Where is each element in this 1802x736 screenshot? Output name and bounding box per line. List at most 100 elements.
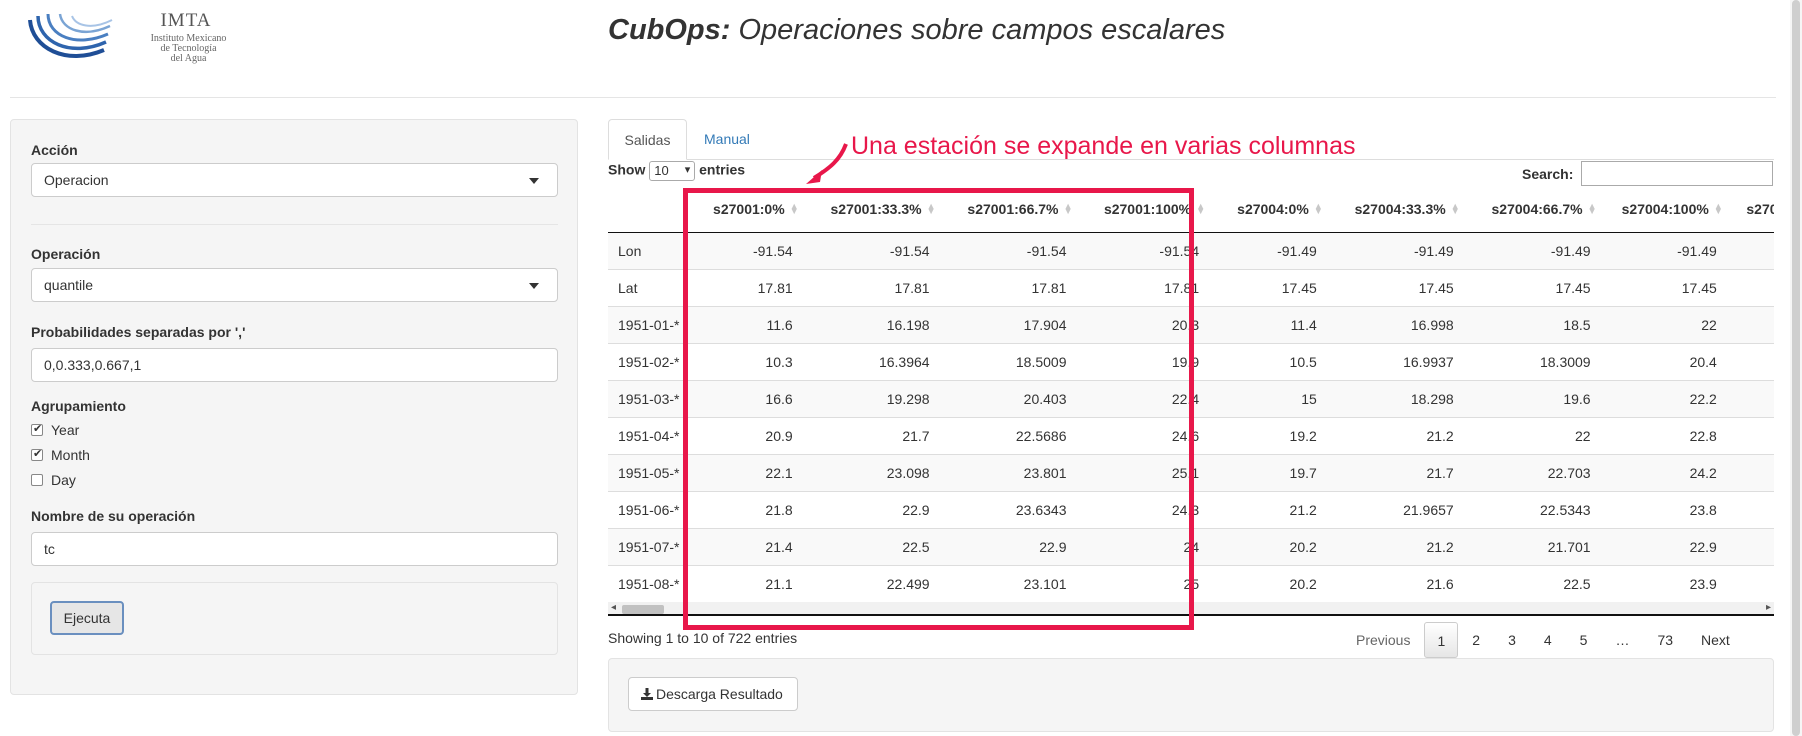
probabilidades-label: Probabilidades separadas por ',': [31, 324, 246, 340]
table-cell: 21.7: [802, 416, 940, 454]
checkbox-month-label: Month: [51, 447, 90, 463]
table-cell: 10.5: [1209, 342, 1327, 380]
ejecuta-button[interactable]: Ejecuta: [50, 601, 124, 635]
table-cell: 20.9: [687, 416, 803, 454]
length-select[interactable]: 10: [649, 161, 696, 181]
row-label-cell: Lon: [608, 232, 688, 269]
table-cell: 20.3: [1076, 305, 1210, 343]
checkbox-year-label: Year: [51, 422, 80, 438]
operacion-select[interactable]: quantile: [31, 268, 558, 302]
checkbox-checked-icon[interactable]: [31, 422, 43, 436]
accion-select[interactable]: Operacion: [31, 163, 558, 197]
column-header-label: s27001:33.3%: [830, 200, 922, 217]
column-header-rowname: [608, 186, 688, 233]
tab-salidas[interactable]: Salidas: [608, 119, 687, 160]
page-button[interactable]: 3: [1494, 622, 1530, 658]
scrollbar-thumb[interactable]: [1792, 0, 1800, 736]
scroll-right-icon[interactable]: ▸: [1766, 602, 1771, 613]
table-cell: 10.3: [687, 342, 803, 380]
table-cell: 18.5009: [939, 342, 1077, 380]
page-button[interactable]: 2: [1458, 622, 1494, 658]
table-cell: -91.54: [687, 232, 803, 269]
table-cell: 22.1: [687, 453, 803, 491]
checkbox-day-label: Day: [51, 472, 76, 488]
run-well: Ejecuta: [31, 582, 558, 655]
download-button[interactable]: Descarga Resultado: [628, 677, 798, 711]
column-header[interactable]: s27004:66.7% ▲ ▼: [1463, 186, 1601, 233]
checkbox-checked-icon[interactable]: [31, 447, 43, 461]
pagination: Previous 1 2 3 4 5 … 73 Next: [1342, 622, 1744, 658]
search-input[interactable]: [1581, 161, 1773, 186]
page-button[interactable]: 73: [1643, 622, 1687, 658]
table-cell: 22.5: [1463, 564, 1601, 602]
table-cell: 22: [1600, 305, 1727, 343]
table-cell: 25.1: [1076, 453, 1210, 491]
sort-arrows-icon: ▲ ▼: [1450, 201, 1460, 216]
table-cell: 16.9937: [1326, 342, 1464, 380]
column-header[interactable]: s27004:0% ▲ ▼: [1209, 186, 1327, 233]
annotation-text: Una estación se expande en varias column…: [851, 132, 1356, 160]
checkbox-day[interactable]: Day: [31, 472, 76, 490]
table-cell: -91.54: [802, 232, 940, 269]
checkbox-unchecked-icon[interactable]: [31, 474, 43, 486]
row-label-cell: 1951-04-*: [608, 416, 688, 454]
row-label-cell: 1951-03-*: [608, 379, 688, 417]
column-header[interactable]: s27001:33.3% ▲ ▼: [802, 186, 940, 233]
table-cell: 23.101: [939, 564, 1077, 602]
row-label-cell: 1951-05-*: [608, 453, 688, 491]
previous-page-button[interactable]: Previous: [1342, 622, 1424, 658]
table-cell: [1726, 527, 1774, 565]
table-row: 1951-03-* 16.6 19.298 20.403 22.4 15 18.298 19.…: [608, 379, 1774, 417]
column-header-label: s27004:100%: [1621, 200, 1709, 217]
table-cell: 17.45: [1326, 268, 1464, 306]
column-header[interactable]: s27001:100% ▲ ▼: [1076, 186, 1210, 233]
table-cell: 24.2: [1600, 453, 1727, 491]
column-header[interactable]: s27006:0%▲▼: [1726, 186, 1774, 233]
column-header[interactable]: s27004:33.3% ▲ ▼: [1326, 186, 1464, 233]
nombre-input[interactable]: [31, 532, 558, 566]
vertical-scrollbar[interactable]: [1790, 0, 1802, 736]
table-cell: 19.6: [1463, 379, 1601, 417]
table-cell: 24.6: [1076, 416, 1210, 454]
table-cell: 17.64: [1726, 268, 1774, 306]
column-header-label: s27001:0%: [713, 200, 785, 217]
table-cell: 20.403: [939, 379, 1077, 417]
scroll-left-icon[interactable]: ◂: [611, 602, 616, 613]
download-label: Descarga Resultado: [656, 686, 783, 702]
checkbox-month[interactable]: Month: [31, 447, 90, 465]
table-cell: 16.6: [687, 379, 803, 417]
table-cell: 19.298: [802, 379, 940, 417]
column-header-label: s27006:0%: [1746, 200, 1774, 217]
table-cell: 21.6: [1326, 564, 1464, 602]
accion-select-value: Operacion: [44, 172, 109, 188]
imta-swirl-icon: [28, 13, 113, 58]
column-header-label: s27004:66.7%: [1491, 200, 1583, 217]
table-cell: -91.27: [1726, 232, 1774, 269]
table-cell: 18.5: [1463, 305, 1601, 343]
scrollbar-thumb[interactable]: [622, 605, 664, 614]
sort-arrows-icon: ▲ ▼: [1063, 201, 1073, 216]
table-cell: 16.998: [1326, 305, 1464, 343]
table-cell: 22.499: [802, 564, 940, 602]
agrupamiento-label: Agrupamiento: [31, 398, 126, 414]
page-button[interactable]: 5: [1566, 622, 1602, 658]
column-header[interactable]: s27001:0% ▲ ▼: [687, 186, 803, 233]
horizontal-scrollbar[interactable]: ◂ ▸: [608, 602, 1774, 616]
table-cell: 21.1: [687, 564, 803, 602]
page-button[interactable]: 4: [1530, 622, 1566, 658]
table-cell: 22.5686: [939, 416, 1077, 454]
header-row: s27001:0% ▲ ▼ s27001:33.3% ▲ ▼ s27001:66.7% ▲…: [608, 186, 1774, 233]
tab-manual[interactable]: Manual: [704, 131, 750, 147]
next-page-button[interactable]: Next: [1687, 622, 1744, 658]
table-cell: 22: [1463, 416, 1601, 454]
column-header-label: s27004:0%: [1237, 200, 1309, 217]
probabilidades-input[interactable]: [31, 348, 558, 382]
table-row: 1951-01-* 11.6 16.198 17.904 20.3 11.4 16.998 1…: [608, 305, 1774, 343]
row-label-cell: 1951-07-*: [608, 527, 688, 565]
header-divider: [10, 97, 1776, 98]
column-header[interactable]: s27004:100% ▲ ▼: [1600, 186, 1727, 233]
table-cell: 21.2: [1326, 416, 1464, 454]
checkbox-year[interactable]: Year: [31, 422, 79, 440]
column-header[interactable]: s27001:66.7% ▲ ▼: [939, 186, 1077, 233]
page-button[interactable]: 1: [1424, 622, 1459, 658]
